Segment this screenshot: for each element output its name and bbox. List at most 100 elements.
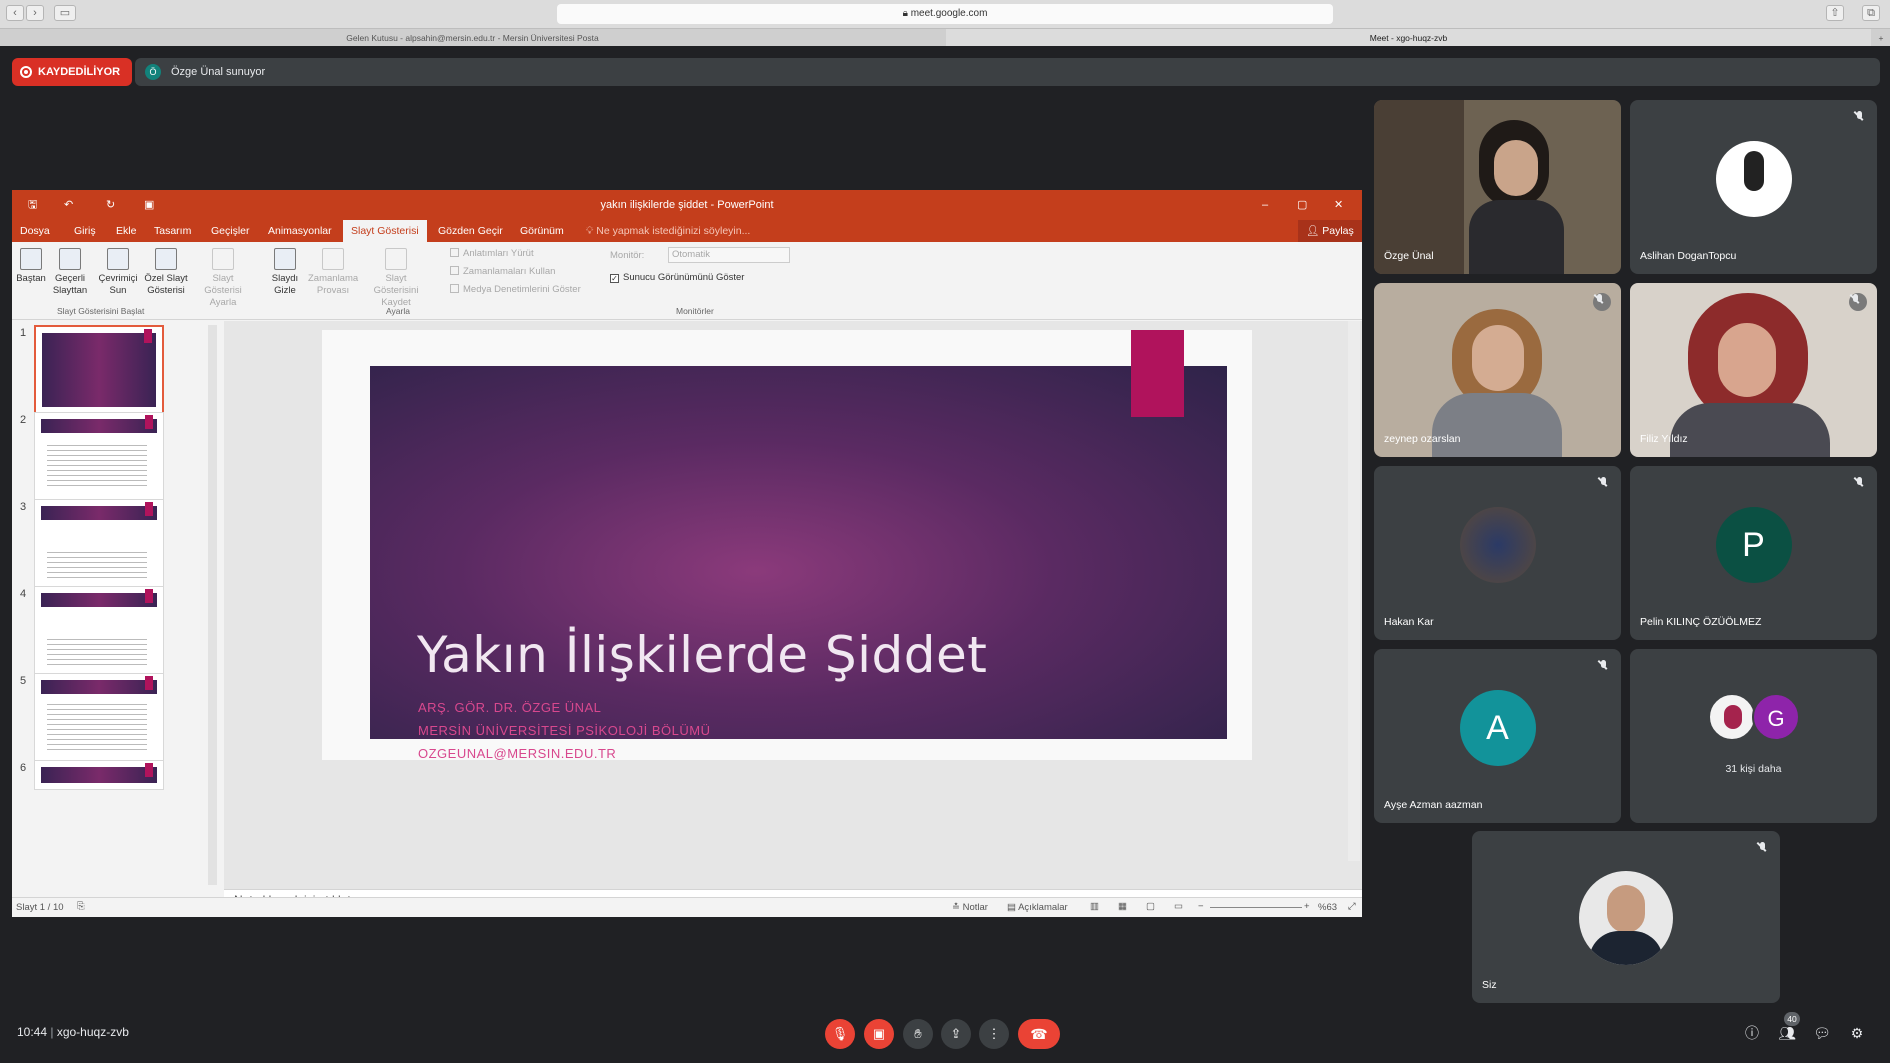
camera-toggle-button[interactable]: ▣: [864, 1019, 894, 1049]
from-current-button[interactable]: Geçerli Slayttan: [50, 248, 90, 297]
undo-icon[interactable]: ↶: [64, 190, 73, 220]
label-ozel: Özel Slayt Gösterisi: [144, 273, 188, 296]
from-beginning-button[interactable]: Baştan: [14, 248, 48, 285]
slide-thumbnail-6[interactable]: [34, 760, 164, 790]
participant-tile-zeynep[interactable]: zeynep ozarslan: [1374, 283, 1621, 457]
slide-department[interactable]: MERSİN ÜNİVERSİTESİ PSİKOLOJİ BÖLÜMÜ: [418, 723, 711, 738]
share-button[interactable]: 👤︎ Paylaş: [1298, 220, 1362, 242]
presenter-view-checkbox[interactable]: ✓ Sunucu Görünümünü Göster: [610, 272, 744, 284]
timer-icon: [322, 248, 344, 270]
sorter-view-icon[interactable]: ▦: [1118, 901, 1127, 912]
tell-me-box[interactable]: 💡︎ Ne yapmak istediğinizi söyleyin...: [586, 220, 750, 242]
hide-slide-button[interactable]: Slaydı Gizle: [268, 248, 302, 297]
self-tile[interactable]: Siz: [1472, 831, 1780, 1003]
menu-slayt-gosterisi[interactable]: Slayt Gösterisi: [343, 220, 427, 242]
forward-icon[interactable]: ›: [26, 5, 44, 21]
share-icon[interactable]: ⇧: [1826, 5, 1844, 21]
participant-tile-filiz[interactable]: Filiz Yıldız: [1630, 283, 1877, 457]
slide-scrollbar[interactable]: [1348, 321, 1360, 861]
close-icon[interactable]: ✕: [1334, 190, 1343, 220]
minimize-icon[interactable]: –: [1262, 190, 1268, 220]
activities-icon[interactable]: ⚙︎: [1848, 1024, 1866, 1042]
clock: 10:44: [17, 1025, 48, 1039]
new-tab-icon[interactable]: +: [1872, 29, 1890, 47]
tabs-overview-icon[interactable]: ⧉: [1862, 5, 1880, 21]
menu-animasyonlar[interactable]: Animasyonlar: [268, 220, 332, 242]
mic-off-icon: 🎙︎: [831, 1026, 849, 1041]
participant-tile-ozge[interactable]: Özge Ünal: [1374, 100, 1621, 274]
slide-email[interactable]: OZGEUNAL@MERSIN.EDU.TR: [418, 746, 616, 761]
zoom-slider[interactable]: [1210, 907, 1302, 908]
menu-tasarim[interactable]: Tasarım: [154, 220, 191, 242]
restore-icon[interactable]: ▢: [1297, 190, 1307, 220]
meeting-info-icon[interactable]: ⓘ: [1743, 1024, 1761, 1042]
label-gizle: Slaydı Gizle: [271, 273, 299, 296]
thumb-number-2: 2: [20, 414, 27, 426]
thumb-number-5: 5: [20, 675, 27, 687]
slide-author[interactable]: ARŞ. GÖR. DR. ÖZGE ÜNAL: [418, 700, 601, 715]
back-icon[interactable]: ‹: [6, 5, 24, 21]
menu-gecisler[interactable]: Geçişler: [211, 220, 250, 242]
monitor-select[interactable]: Otomatik: [668, 247, 790, 263]
share-label: Paylaş: [1322, 225, 1354, 237]
present-icon[interactable]: ▣: [144, 190, 154, 220]
tab-mail[interactable]: Gelen Kutusu - alpsahin@mersin.edu.tr - …: [0, 29, 945, 47]
zoom-in-icon[interactable]: +: [1304, 901, 1310, 912]
globe-icon: [107, 248, 129, 270]
participant-tile-aslihan[interactable]: Aslihan DoganTopcu: [1630, 100, 1877, 274]
menu-dosya[interactable]: Dosya: [20, 220, 50, 242]
tab-meet[interactable]: Meet - xgo-huqz-zvb: [946, 29, 1871, 47]
slide-thumbnail-2[interactable]: [34, 412, 164, 502]
recording-badge[interactable]: KAYDEDİLİYOR: [12, 58, 133, 86]
raise-hand-button[interactable]: ✋︎: [903, 1019, 933, 1049]
more-participants-tile[interactable]: G 31 kişi daha: [1630, 649, 1877, 823]
zoom-out-icon[interactable]: −: [1198, 901, 1204, 912]
media-controls-checkbox[interactable]: Medya Denetimlerini Göster: [450, 284, 581, 296]
slideshow-view-icon[interactable]: ▭: [1174, 901, 1183, 912]
people-icon[interactable]: 👥︎: [1778, 1024, 1796, 1042]
slide-thumbnail-5[interactable]: [34, 673, 164, 763]
menu-gorunum[interactable]: Görünüm: [520, 220, 564, 242]
notes-toggle[interactable]: ≛ Notlar: [952, 902, 988, 913]
rehearse-button[interactable]: Zamanlama Provası: [308, 248, 358, 297]
thumb-number-6: 6: [20, 762, 27, 774]
slide-title[interactable]: Yakın İlişkilerde Şiddet: [417, 626, 987, 684]
participant-face: [1494, 140, 1538, 196]
fit-window-icon[interactable]: ⤢: [1348, 901, 1356, 912]
monitor-label: Monitör:: [610, 250, 645, 261]
mic-off-icon: [1593, 293, 1611, 311]
play-narrations-checkbox[interactable]: Anlatımları Yürüt: [450, 248, 534, 260]
slide-thumbnail-1[interactable]: [34, 325, 164, 415]
zoom-level[interactable]: %63: [1318, 902, 1337, 913]
notes-label: Notlar: [962, 902, 988, 913]
mic-off-icon: [1597, 659, 1611, 673]
save-icon[interactable]: 🖫︎: [28, 190, 37, 220]
setup-show-button[interactable]: Slayt Gösterisi Ayarla: [200, 248, 246, 309]
chat-icon[interactable]: 💬︎: [1813, 1024, 1831, 1042]
normal-view-icon[interactable]: ▥: [1090, 901, 1099, 912]
menu-giris[interactable]: Giriş: [74, 220, 96, 242]
meeting-code: xgo-huqz-zvb: [56, 1025, 129, 1039]
participant-tile-ayse[interactable]: A Ayşe Azman aazman: [1374, 649, 1621, 823]
slide-thumbnail-3[interactable]: [34, 499, 164, 589]
present-screen-button[interactable]: ⇪: [941, 1019, 971, 1049]
use-timings-checkbox[interactable]: Zamanlamaları Kullan: [450, 266, 555, 278]
thumbs-scrollbar[interactable]: [208, 325, 217, 885]
end-call-button[interactable]: ☎︎: [1018, 1019, 1060, 1049]
menu-gozden-gecir[interactable]: Gözden Geçir: [438, 220, 503, 242]
mic-toggle-button[interactable]: 🎙︎: [825, 1019, 855, 1049]
spellcheck-icon[interactable]: ⎘: [77, 901, 85, 912]
custom-show-button[interactable]: Özel Slayt Gösterisi: [142, 248, 190, 297]
sidebar-icon[interactable]: ▭: [54, 5, 76, 21]
participant-tile-hakan[interactable]: Hakan Kar: [1374, 466, 1621, 640]
present-online-button[interactable]: Çevrimiçi Sun: [96, 248, 140, 297]
redo-icon[interactable]: ↻: [106, 190, 115, 220]
participant-tile-pelin[interactable]: P Pelin KILINÇ ÖZÜÖLMEZ: [1630, 466, 1877, 640]
record-show-button[interactable]: Slayt Gösterisini Kaydet: [364, 248, 428, 309]
comments-toggle[interactable]: ▤ Açıklamalar: [1007, 902, 1068, 913]
more-options-button[interactable]: ⋮: [979, 1019, 1009, 1049]
slide-thumbnail-4[interactable]: [34, 586, 164, 676]
reading-view-icon[interactable]: ▢: [1146, 901, 1155, 912]
menu-ekle[interactable]: Ekle: [116, 220, 136, 242]
address-bar[interactable]: 🔒︎ meet.google.com: [557, 4, 1333, 24]
